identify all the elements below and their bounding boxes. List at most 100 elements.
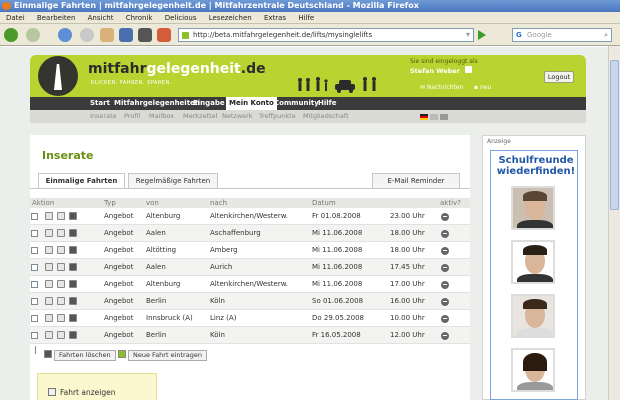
menu-lesezeichen[interactable]: Lesezeichen (209, 14, 252, 22)
messages-link[interactable]: ✉ Nachrichten (420, 84, 463, 91)
trash-icon[interactable] (69, 280, 77, 288)
row-checkbox[interactable] (31, 213, 38, 220)
nav-start[interactable]: Start (90, 97, 110, 110)
edit-icon[interactable] (45, 297, 53, 305)
deactivate-icon[interactable] (441, 298, 449, 306)
scrollbar-thumb[interactable] (610, 60, 619, 210)
menu-extras[interactable]: Extras (264, 14, 286, 22)
ad-photo[interactable] (511, 348, 555, 392)
stop-icon[interactable] (80, 28, 94, 42)
trash-icon[interactable] (69, 314, 77, 322)
subnav-mitgliedschaft[interactable]: Mitgliedschaft (303, 110, 349, 123)
window-title: Einmalige Fahrten | mitfahrgelegenheit.d… (14, 1, 419, 10)
deactivate-icon[interactable] (441, 230, 449, 238)
forward-icon[interactable] (26, 28, 40, 42)
reload-icon[interactable] (58, 28, 72, 42)
copy-icon[interactable] (57, 229, 65, 237)
subnav-merkzettel[interactable]: Merkzettel (183, 110, 217, 123)
row-checkbox[interactable] (31, 332, 38, 339)
copy-icon[interactable] (57, 246, 65, 254)
home-icon[interactable] (100, 28, 114, 42)
flag-fr-icon[interactable] (440, 114, 448, 120)
edit-icon[interactable] (45, 246, 53, 254)
ad-photo[interactable] (511, 240, 555, 284)
tab-einmalige-fahrten[interactable]: Einmalige Fahrten (38, 173, 125, 189)
deactivate-icon[interactable] (441, 264, 449, 272)
search-placeholder: Google (527, 31, 552, 39)
trash-icon[interactable] (69, 212, 77, 220)
ad-photo[interactable] (511, 186, 555, 230)
row-checkbox[interactable] (31, 298, 38, 305)
copy-icon[interactable] (57, 314, 65, 322)
subnav-mailbox[interactable]: Mailbox (149, 110, 174, 123)
subnav-inserate[interactable]: Inserate (90, 110, 117, 123)
tab-regelmaessige-fahrten[interactable]: Regelmäßige Fahrten (128, 173, 218, 189)
back-icon[interactable] (4, 28, 18, 42)
menu-chronik[interactable]: Chronik (126, 14, 153, 22)
col-von: von (146, 199, 159, 207)
copy-icon[interactable] (57, 212, 65, 220)
row-checkbox[interactable] (31, 315, 38, 322)
bookmark-icon[interactable] (119, 28, 133, 42)
edit-icon[interactable] (45, 263, 53, 271)
edit-icon[interactable] (45, 314, 53, 322)
menu-bearbeiten[interactable]: Bearbeiten (37, 14, 75, 22)
copy-icon[interactable] (57, 297, 65, 305)
edit-icon[interactable] (45, 331, 53, 339)
menu-datei[interactable]: Datei (6, 14, 25, 22)
deactivate-icon[interactable] (441, 213, 449, 221)
dropdown-icon[interactable]: ▾ (466, 30, 470, 40)
edit-icon[interactable] (45, 280, 53, 288)
edit-icon[interactable] (45, 212, 53, 220)
trash-icon[interactable] (69, 229, 77, 237)
edit-icon[interactable] (45, 229, 53, 237)
subnav-treffpunkte[interactable]: Treffpunkte (259, 110, 296, 123)
trash-icon[interactable] (69, 331, 77, 339)
copy-icon[interactable] (57, 263, 65, 271)
row-checkbox[interactable] (31, 230, 38, 237)
nav-community[interactable]: Community (274, 97, 319, 110)
show-ride-link[interactable]: Fahrt anzeigen (60, 388, 116, 397)
scrollbar[interactable] (608, 46, 620, 400)
add-ride-button[interactable]: Neue Fahrt eintragen (128, 350, 207, 361)
copy-icon[interactable] (57, 280, 65, 288)
nav-mitfahrgelegenheiten[interactable]: Mitfahrgelegenheiten (114, 97, 200, 110)
table-row: Angebot Altenburg Altenkirchen/Westerw. … (30, 276, 470, 293)
deactivate-icon[interactable] (441, 281, 449, 289)
printer-icon[interactable] (138, 28, 152, 42)
row-checkbox[interactable] (31, 264, 38, 271)
ad-photo[interactable] (511, 294, 555, 338)
url-bar[interactable]: http://beta.mitfahrgelegenheit.de/lifts/… (178, 28, 474, 42)
nav-hilfe[interactable]: Hilfe (318, 97, 336, 110)
search-input[interactable]: G Google ⌕ (512, 28, 612, 42)
username[interactable]: Stefan Weber (410, 66, 473, 75)
subnav-profil[interactable]: Profil (124, 110, 140, 123)
nav-mein-konto[interactable]: Mein Konto (226, 97, 277, 110)
search-icon[interactable]: ⌕ (604, 29, 608, 41)
trash-icon[interactable] (69, 263, 77, 271)
tab-email-reminder[interactable]: E-Mail Reminder (372, 173, 460, 189)
cell-zeit: 23.00 Uhr (390, 212, 425, 220)
go-icon[interactable] (478, 30, 486, 40)
row-checkbox[interactable] (31, 281, 38, 288)
row-checkbox[interactable] (31, 247, 38, 254)
flag-gb-icon[interactable] (430, 114, 438, 120)
flag-de-icon[interactable] (420, 114, 428, 120)
new-link[interactable]: ▪ neu (474, 84, 491, 91)
logo-text[interactable]: mitfahrgelegenheit.de (88, 61, 266, 77)
menu-delicious[interactable]: Delicious (165, 14, 197, 22)
nav-eingabe[interactable]: Eingabe (193, 97, 225, 110)
menu-ansicht[interactable]: Ansicht (88, 14, 114, 22)
deactivate-icon[interactable] (441, 247, 449, 255)
trash-icon[interactable] (69, 297, 77, 305)
logout-button[interactable]: Logout (544, 71, 574, 83)
trash-icon[interactable] (69, 246, 77, 254)
delicious-icon[interactable] (157, 28, 171, 42)
ad-title[interactable]: Schulfreunde wiederfinden! (495, 155, 577, 177)
deactivate-icon[interactable] (441, 315, 449, 323)
copy-icon[interactable] (57, 331, 65, 339)
deactivate-icon[interactable] (441, 332, 449, 340)
menu-hilfe[interactable]: Hilfe (298, 14, 314, 22)
delete-rides-button[interactable]: Fahrten löschen (54, 350, 116, 361)
subnav-netzwerk[interactable]: Netzwerk (222, 110, 253, 123)
